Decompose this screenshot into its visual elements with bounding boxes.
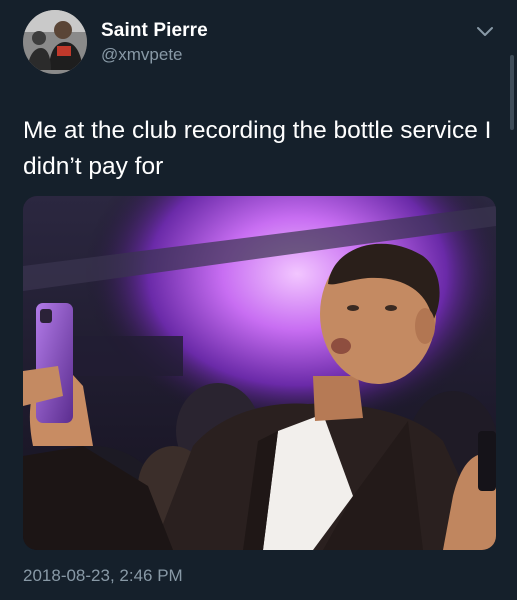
chevron-down-icon[interactable] bbox=[475, 25, 495, 39]
scrollbar[interactable] bbox=[510, 55, 514, 130]
user-handle[interactable]: @xmvpete bbox=[101, 45, 183, 65]
avatar-image bbox=[23, 10, 87, 74]
photo-image bbox=[23, 196, 496, 550]
display-name[interactable]: Saint Pierre bbox=[101, 20, 208, 42]
tweet-card: Saint Pierre @xmvpete Me at the club rec… bbox=[0, 0, 517, 600]
tweet-timestamp[interactable]: 2018-08-23, 2:46 PM bbox=[23, 566, 183, 586]
profile-avatar[interactable] bbox=[23, 10, 87, 74]
embedded-photo[interactable] bbox=[23, 196, 496, 550]
tweet-text: Me at the club recording the bottle serv… bbox=[23, 117, 492, 180]
